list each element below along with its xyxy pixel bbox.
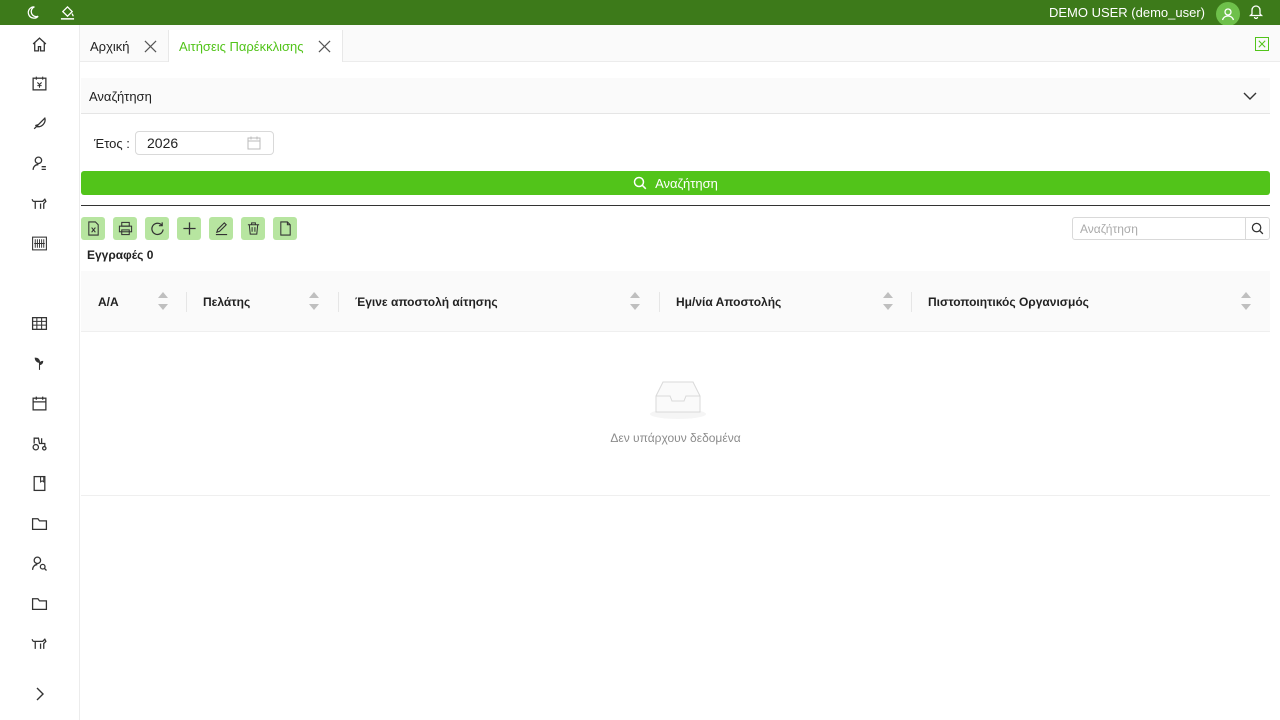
excel-icon — [87, 221, 99, 236]
year-picker[interactable]: 2026 — [135, 131, 274, 155]
tractor-icon — [31, 437, 47, 451]
delete-button[interactable] — [241, 217, 265, 240]
folder-icon — [31, 597, 47, 610]
paint-bucket-icon[interactable] — [58, 3, 76, 21]
close-icon[interactable] — [144, 39, 158, 53]
column-header-send-date[interactable]: Ημ/νία Αποστολής — [660, 271, 912, 332]
tab-bar: Αρχική Αιτήσεις Παρέκκλισης — [80, 25, 1280, 62]
sidebar-item-tractor[interactable] — [29, 433, 49, 453]
column-label: Πιστοποιητικός Οργανισμός — [928, 294, 1089, 309]
print-icon — [118, 221, 132, 236]
livestock-icon — [30, 637, 47, 649]
chevron-down-icon[interactable] — [1242, 88, 1258, 104]
column-header-certification-body[interactable]: Πιστοποιητικός Οργανισμός — [912, 271, 1270, 332]
delete-icon — [247, 222, 259, 235]
feather-icon — [33, 116, 46, 129]
bell-icon[interactable] — [1248, 3, 1266, 21]
sidebar-item-feather[interactable] — [29, 113, 49, 133]
plant-icon — [34, 357, 43, 370]
refresh-icon — [150, 222, 164, 236]
sort-icon[interactable] — [630, 290, 640, 312]
records-count: Εγγραφές 0 — [87, 248, 154, 262]
column-label: Ημ/νία Αποστολής — [676, 294, 782, 309]
calendar-icon — [31, 396, 47, 411]
column-label: Πελάτης — [203, 294, 251, 309]
export-excel-button[interactable] — [81, 217, 105, 240]
calendar-icon — [247, 136, 261, 150]
sidebar-item-livestock[interactable] — [29, 193, 49, 213]
document-button[interactable] — [273, 217, 297, 240]
sort-icon[interactable] — [309, 290, 319, 312]
moon-icon[interactable] — [23, 3, 41, 21]
search-panel-title: Αναζήτηση — [89, 89, 152, 104]
sidebar-item-home[interactable] — [29, 34, 49, 54]
avatar-icon[interactable] — [1216, 2, 1240, 26]
search-button-label: Αναζήτηση — [655, 175, 718, 191]
table-empty-state: Δεν υπάρχουν δεδομένα — [81, 332, 1270, 496]
search-button[interactable]: Αναζήτηση — [81, 171, 1270, 195]
sidebar-item-plant[interactable] — [29, 353, 49, 373]
home-icon — [32, 36, 46, 52]
empty-inbox-icon — [650, 381, 706, 419]
sort-icon[interactable] — [883, 290, 893, 312]
tab-home[interactable]: Αρχική — [80, 30, 169, 62]
close-icon[interactable] — [318, 39, 332, 53]
search-panel-header[interactable]: Αναζήτηση — [81, 78, 1270, 114]
close-all-tabs-icon[interactable] — [1255, 37, 1269, 51]
sidebar-item-book[interactable] — [29, 473, 49, 493]
column-header-index[interactable]: Α/Α — [81, 271, 187, 332]
empty-message: Δεν υπάρχουν δεδομένα — [610, 431, 741, 445]
sidebar-item-table[interactable] — [29, 313, 49, 333]
sidebar-item-folder[interactable] — [29, 513, 49, 533]
column-header-customer[interactable]: Πελάτης — [187, 271, 339, 332]
sidebar-item-folder-2[interactable] — [29, 593, 49, 613]
barcode-icon — [31, 236, 47, 250]
user-search-icon — [31, 555, 47, 571]
table-icon — [31, 316, 47, 330]
sidebar-item-livestock-2[interactable] — [29, 633, 49, 653]
table-search — [1072, 217, 1270, 240]
user-name[interactable]: DEMO USER (demo_user) — [1049, 5, 1205, 20]
chevron-right-icon[interactable] — [33, 687, 47, 701]
table-header: Α/Α Πελάτης Έγινε αποστολή αίτησης Ημ/νί… — [81, 271, 1270, 332]
sidebar — [0, 25, 80, 720]
tab-label: Αιτήσεις Παρέκκλισης — [179, 38, 304, 54]
column-header-request-sent[interactable]: Έγινε αποστολή αίτησης — [339, 271, 660, 332]
print-button[interactable] — [113, 217, 137, 240]
calendar-money-icon — [31, 76, 47, 91]
sort-icon[interactable] — [1241, 290, 1251, 312]
divider — [81, 205, 1270, 206]
sidebar-item-user-search[interactable] — [29, 553, 49, 573]
folder-icon — [31, 517, 47, 530]
document-icon — [279, 221, 291, 236]
livestock-icon — [30, 197, 47, 209]
refresh-button[interactable] — [145, 217, 169, 240]
top-bar: DEMO USER (demo_user) — [0, 0, 1280, 26]
tab-label: Αρχική — [90, 38, 130, 54]
edit-button[interactable] — [209, 217, 233, 240]
year-value: 2026 — [147, 135, 179, 151]
edit-icon — [215, 222, 227, 236]
user-list-icon — [31, 155, 46, 170]
tab-exemption-requests[interactable]: Αιτήσεις Παρέκκλισης — [169, 30, 343, 62]
sidebar-item-users[interactable] — [29, 153, 49, 173]
sidebar-item-barcode[interactable] — [29, 233, 49, 253]
sidebar-item-calendar-money[interactable] — [29, 73, 49, 93]
book-icon — [33, 475, 45, 491]
column-label: Έγινε αποστολή αίτησης — [355, 294, 498, 309]
table-search-input[interactable] — [1073, 218, 1247, 239]
sidebar-item-calendar[interactable] — [29, 393, 49, 413]
sort-icon[interactable] — [158, 290, 168, 312]
year-label: Έτος : — [94, 136, 130, 151]
search-icon — [633, 176, 647, 190]
search-icon[interactable] — [1245, 218, 1269, 239]
add-icon — [182, 222, 196, 235]
column-label: Α/Α — [98, 294, 119, 309]
add-button[interactable] — [177, 217, 201, 240]
